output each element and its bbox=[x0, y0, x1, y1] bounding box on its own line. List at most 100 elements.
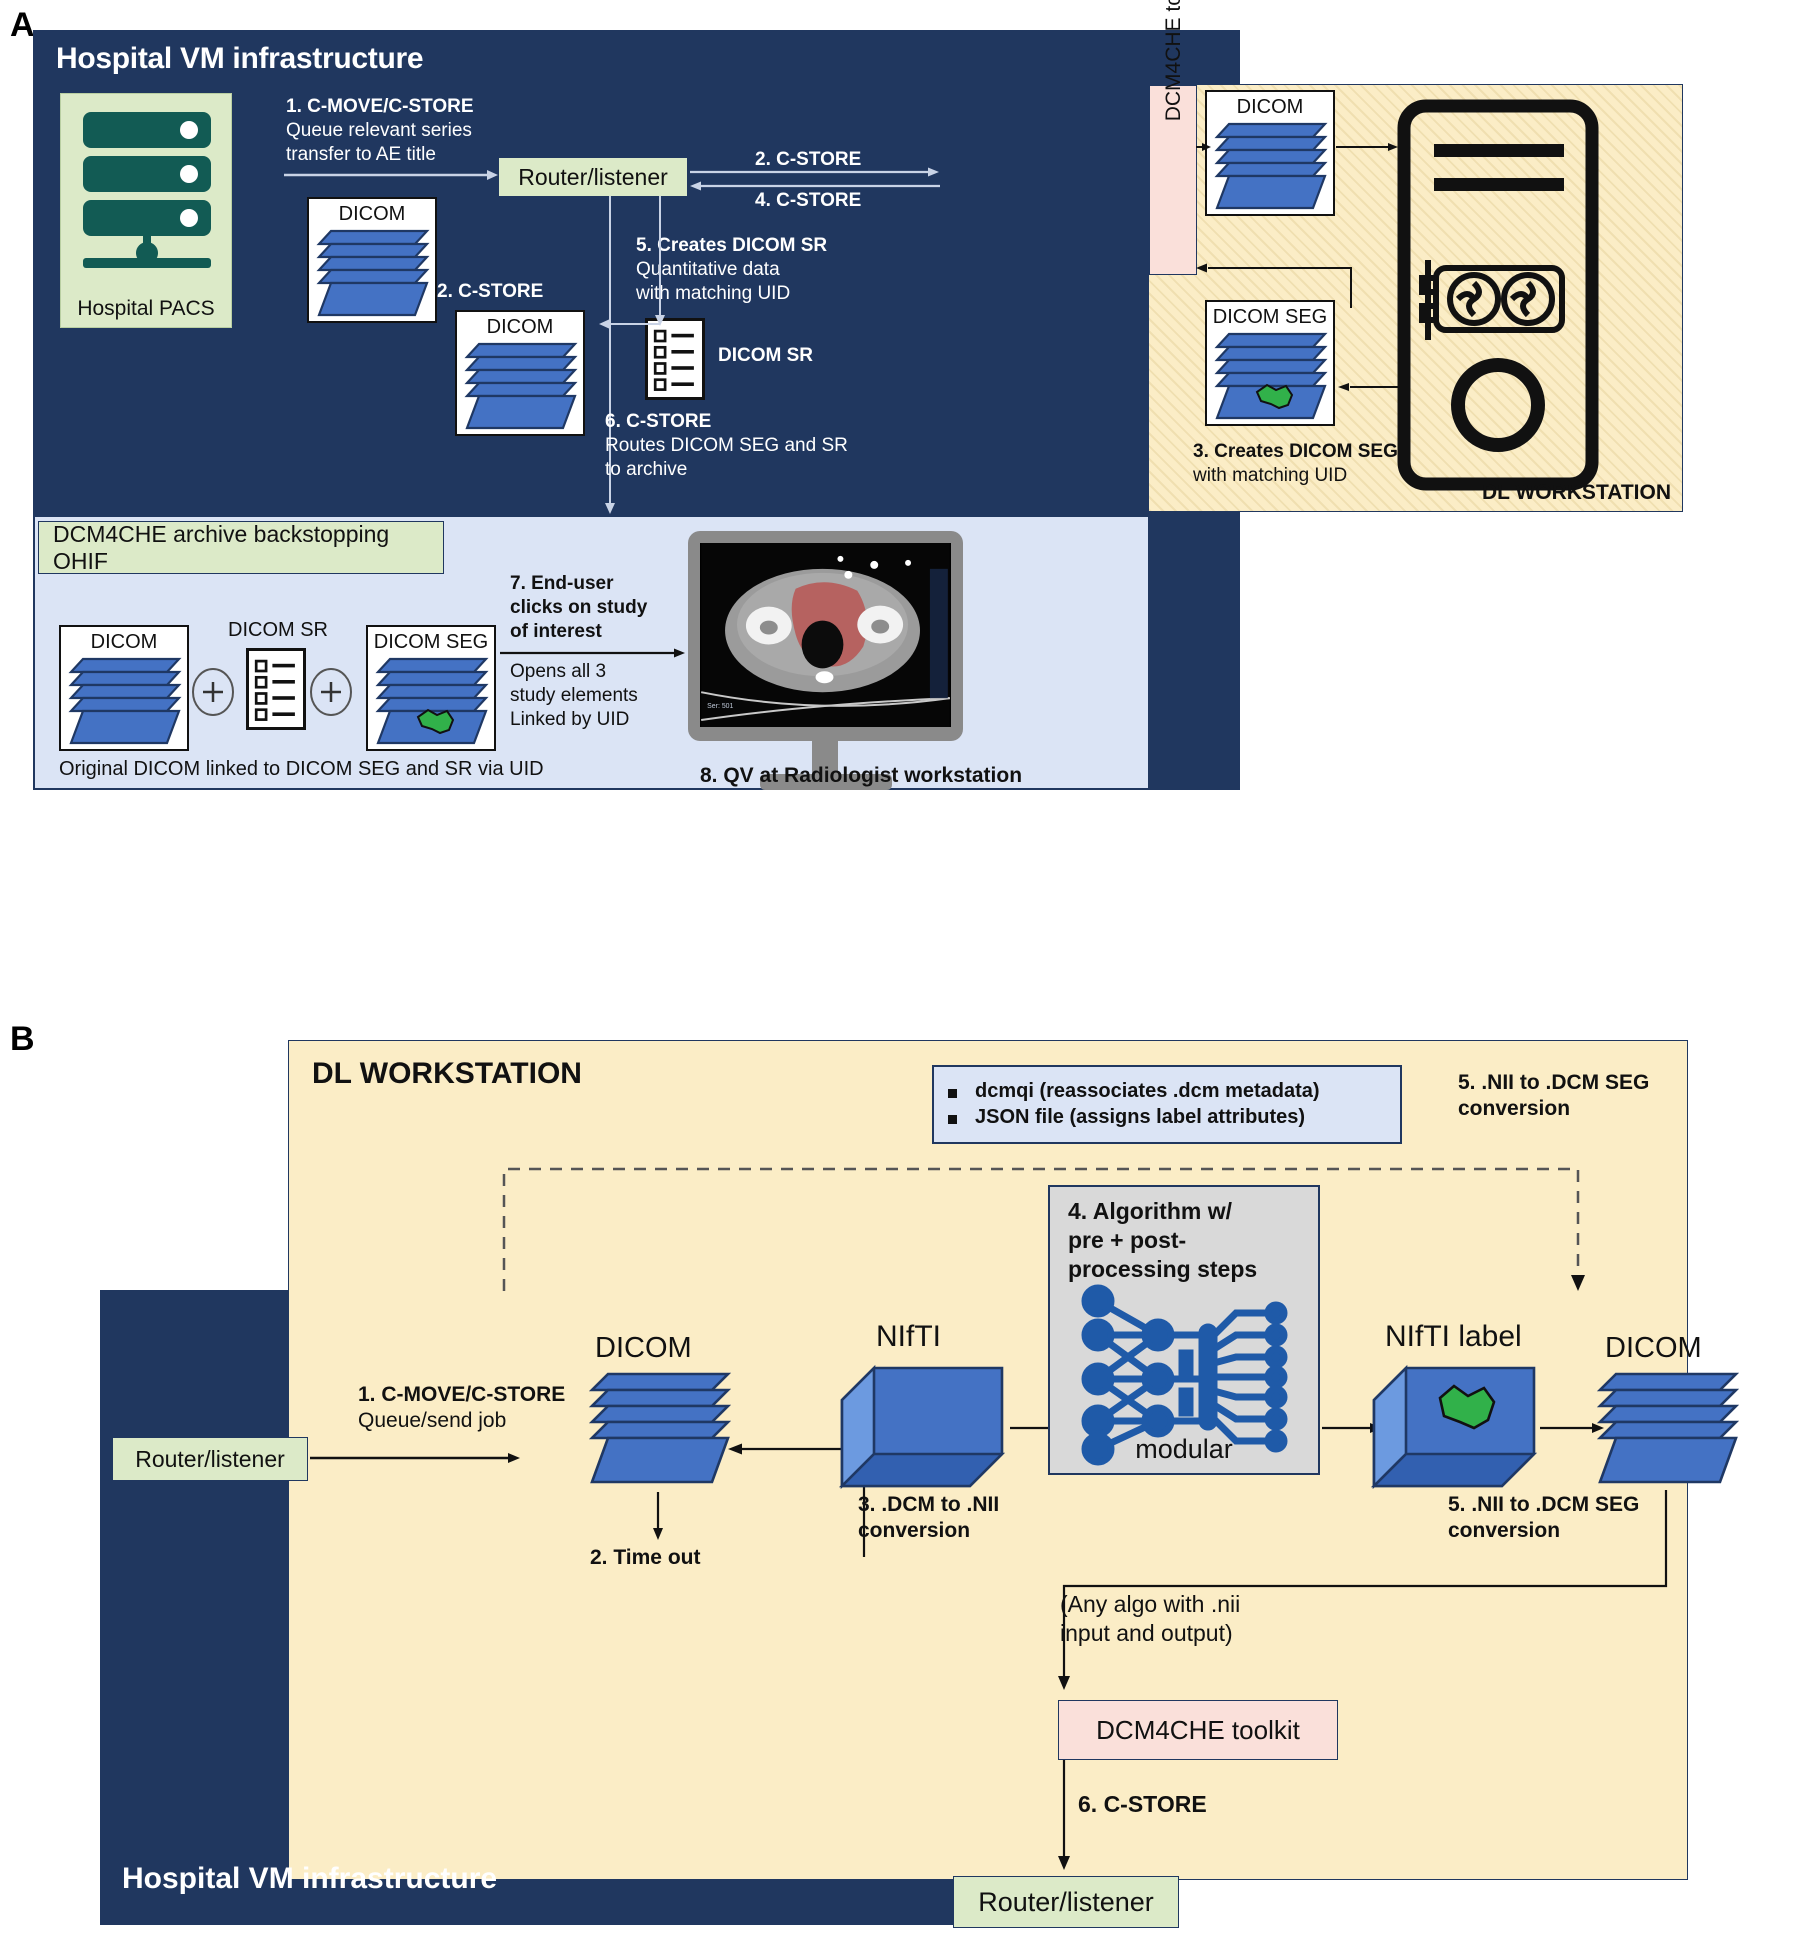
panel-b-dicom-stack-icon bbox=[588, 1372, 732, 1484]
panel-a-dicom-seg-box: DICOM SEG bbox=[1205, 300, 1335, 426]
dicom-stack-icon bbox=[464, 342, 578, 430]
panel-a-step7-sub: Opens all 3 study elements Linked by UID bbox=[510, 660, 690, 731]
ct-series-label: Ser: 501 bbox=[707, 703, 733, 710]
panel-b-algo-l3: processing steps bbox=[1068, 1255, 1258, 1282]
panel-b-algo-l2: pre + post- bbox=[1068, 1226, 1187, 1253]
panel-a-router-listener-label: Router/listener bbox=[518, 163, 668, 190]
panel-a-router-listener-box[interactable]: Router/listener bbox=[498, 157, 688, 197]
radiologist-monitor: Ser: 501 bbox=[688, 531, 963, 741]
panel-a-dlws-dicom-label: DICOM bbox=[1236, 96, 1304, 118]
panel-a-step6-line1: Routes DICOM SEG and SR bbox=[605, 434, 848, 456]
panel-b-dcm4che-toolkit-label: DCM4CHE toolkit bbox=[1096, 1714, 1300, 1745]
hospital-pacs-label: Hospital PACS bbox=[77, 297, 215, 320]
panel-b-router-listener-left[interactable]: Router/listener bbox=[112, 1437, 308, 1481]
panel-a-archive-dicom-seg-box: DICOM SEG bbox=[366, 625, 496, 751]
arrow-dicom-to-tower bbox=[1336, 143, 1398, 151]
arrow-toolkit-to-dicom bbox=[1196, 143, 1211, 151]
nifti-cube-icon bbox=[838, 1364, 1006, 1490]
dicom-stack-icon bbox=[68, 657, 182, 745]
panel-a-linked-caption: Original DICOM linked to DICOM SEG and S… bbox=[59, 758, 544, 780]
panel-b-step3-l2: conversion bbox=[858, 1519, 971, 1543]
panel-b-step1-bold: 1. C-MOVE/C-STORE bbox=[358, 1383, 566, 1406]
arrow-seg-to-monitor bbox=[500, 648, 685, 658]
panel-a-dicom-sr-label: DICOM SR bbox=[718, 345, 813, 366]
panel-a-step1-bold: 1. C-MOVE/C-STORE bbox=[286, 96, 474, 117]
panel-a-step1-line1: Queue relevant series bbox=[286, 119, 472, 141]
panel-a-step3-line1: with matching UID bbox=[1193, 464, 1348, 486]
panel-b-step1-note: 1. C-MOVE/C-STORE Queue/send job bbox=[358, 1382, 618, 1435]
panel-a-dicom-label-left: DICOM bbox=[338, 203, 406, 225]
panel-b-router-listener-bottom[interactable]: Router/listener bbox=[953, 1876, 1179, 1928]
panel-a-step3-bold: 3. Creates DICOM SEG bbox=[1193, 441, 1398, 462]
panel-b-tool-json: JSON file (assigns label attributes) bbox=[975, 1106, 1306, 1128]
arrow-dicom-to-toolkit-b bbox=[1058, 1490, 1668, 1690]
hospital-pacs-card: Hospital PACS bbox=[60, 93, 232, 328]
nifti-label-cube-icon bbox=[1370, 1364, 1538, 1490]
panel-b-router-listener-bottom-label: Router/listener bbox=[978, 1886, 1154, 1917]
panel-b-tools-bullet-row: JSON file (assigns label attributes) bbox=[948, 1106, 1386, 1129]
arrow-seg-to-toolkit bbox=[1196, 263, 1352, 308]
panel-a-step8-label: 8. QV at Radiologist workstation bbox=[700, 764, 1023, 787]
panel-b-dcm4che-toolkit-box[interactable]: DCM4CHE toolkit bbox=[1058, 1700, 1338, 1760]
panel-a-hospital-vm-title: Hospital VM infrastructure bbox=[56, 42, 424, 75]
panel-a-dicom-label-lower: DICOM bbox=[486, 316, 554, 338]
panel-b-letter: B bbox=[10, 1020, 35, 1058]
panel-a-step6-bold: 6. C-STORE bbox=[605, 411, 712, 432]
panel-a-dlws-dicom-box: DICOM bbox=[1205, 90, 1335, 216]
panel-b-dicom-label: DICOM bbox=[595, 1332, 692, 1364]
panel-b-step5-top-l1: 5. .NII to .DCM SEG bbox=[1458, 1071, 1650, 1094]
panel-a-archive-dicom-label: DICOM bbox=[90, 631, 158, 653]
arrow-toolkit-to-router-b bbox=[1058, 1760, 1070, 1870]
panel-b-algo-l1: 4. Algorithm w/ bbox=[1068, 1198, 1232, 1224]
square-bullet-icon bbox=[948, 1115, 957, 1124]
panel-a-letter: A bbox=[10, 6, 35, 44]
panel-a-step2-left-label: 2. C-STORE bbox=[437, 281, 544, 302]
panel-b-nifti-label: NIfTI bbox=[876, 1320, 941, 1353]
dicom-seg-stack-icon bbox=[375, 657, 489, 745]
square-bullet-icon bbox=[948, 1089, 957, 1098]
panel-a-step7-s2: study elements bbox=[510, 684, 638, 706]
panel-a-archive-dicom-box: DICOM bbox=[59, 625, 189, 751]
panel-b-hospital-vm-title: Hospital VM infrastructure bbox=[122, 1862, 498, 1895]
panel-a-dicom-box-lower: DICOM bbox=[455, 310, 585, 436]
plus-circle-icon-1 bbox=[192, 668, 234, 716]
panel-a-step7-l1: 7. End-user bbox=[510, 573, 614, 594]
arrow-niftilabel-to-dicom bbox=[1540, 1423, 1604, 1433]
arrow-pacs-to-router bbox=[284, 170, 498, 180]
arrow-router-to-dicom-b bbox=[310, 1453, 520, 1463]
panel-a-step6-line2: to archive bbox=[605, 458, 688, 480]
panel-a-archive-title: DCM4CHE archive backstopping OHIF bbox=[53, 520, 390, 574]
dicom-seg-stack-icon bbox=[1214, 332, 1328, 420]
panel-a-dcm4che-toolkit-label: DCM4CHE toolkit bbox=[1162, 0, 1185, 122]
arrow-dicom-timeout bbox=[653, 1492, 663, 1540]
panel-a-archive-dicom-sr-label: DICOM SR bbox=[228, 619, 328, 641]
panel-a-archive-dicom-seg-label: DICOM SEG bbox=[373, 631, 489, 653]
arrow-router-to-dcm4che bbox=[690, 167, 940, 191]
panel-a-dl-workstation-label: DL WORKSTATION bbox=[1482, 481, 1671, 504]
panel-b-router-listener-left-label: Router/listener bbox=[135, 1445, 285, 1472]
panel-b-step1-line1: Queue/send job bbox=[358, 1409, 507, 1433]
panel-a-step7-l2: clicks on study bbox=[510, 596, 648, 618]
panel-b-tools-bullet-row: dcmqi (reassociates .dcm metadata) bbox=[948, 1080, 1386, 1103]
panel-a-archive-title-box: DCM4CHE archive backstopping OHIF bbox=[38, 521, 444, 574]
panel-b-step3-l1: 3. .DCM to .NII bbox=[858, 1493, 1000, 1516]
panel-b-step2-label: 2. Time out bbox=[590, 1546, 701, 1569]
dicom-stack-icon bbox=[316, 229, 430, 317]
server-rack-icon bbox=[83, 112, 211, 268]
panel-b-step5-top-l2: conversion bbox=[1458, 1097, 1571, 1121]
panel-a-step7-l3: of interest bbox=[510, 620, 602, 642]
panel-a-step7-s3: Linked by UID bbox=[510, 708, 630, 730]
panel-b-step5-top-note: 5. .NII to .DCM SEG conversion bbox=[1458, 1070, 1738, 1123]
panel-a-step1-note: 1. C-MOVE/C-STORE Queue relevant series … bbox=[286, 95, 536, 166]
panel-a-archive-dicom-sr-icon bbox=[246, 648, 306, 730]
panel-b-nifti-label-title: NIfTI label bbox=[1385, 1320, 1522, 1353]
panel-b-dicom-right-label: DICOM bbox=[1605, 1332, 1702, 1364]
panel-a-step7-note: 7. End-user clicks on study of interest bbox=[510, 572, 690, 643]
panel-b-dl-workstation-title: DL WORKSTATION bbox=[312, 1057, 582, 1090]
panel-b-modular-label: modular bbox=[1135, 1434, 1233, 1464]
panel-b-dicom-right-stack-icon bbox=[1596, 1372, 1740, 1484]
panel-b-algorithm-box: 4. Algorithm w/ pre + post- processing s… bbox=[1048, 1185, 1320, 1475]
ct-image-viewport: Ser: 501 bbox=[700, 543, 951, 727]
workstation-tower-icon bbox=[1397, 99, 1599, 491]
panel-a-dcm4che-toolkit-box[interactable]: DCM4CHE toolkit bbox=[1149, 0, 1197, 275]
